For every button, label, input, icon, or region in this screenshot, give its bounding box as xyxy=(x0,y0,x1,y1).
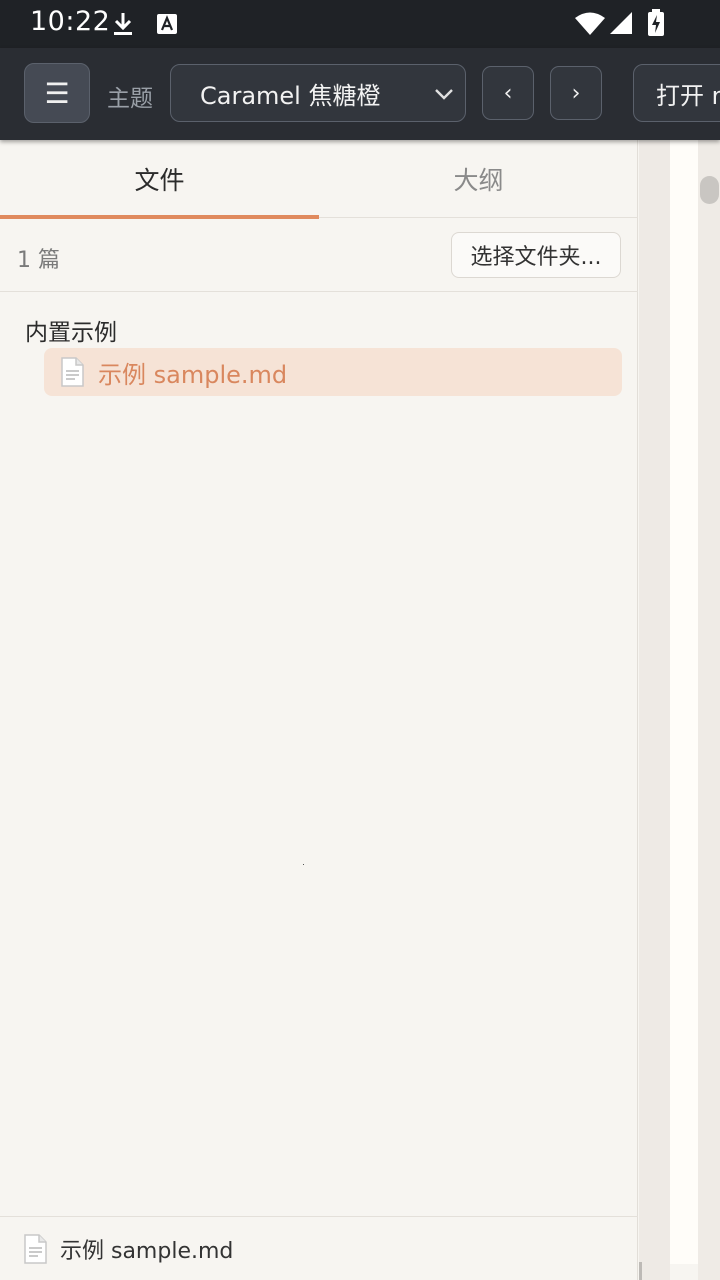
keyboard-a-icon xyxy=(157,14,177,34)
status-bar: 10:22 xyxy=(0,0,720,48)
theme-select-value: Caramel 焦糖橙 xyxy=(200,81,381,110)
battery-charging-icon xyxy=(648,9,664,36)
sidebar-tabs: 文件 大纲 xyxy=(0,140,638,219)
dot xyxy=(303,864,304,865)
prev-theme-button[interactable]: ‹ xyxy=(482,66,534,120)
scrollbar-thumb[interactable] xyxy=(700,176,719,204)
group-title-builtin-samples: 内置示例 xyxy=(25,320,117,346)
open-md-label: 打开 md xyxy=(656,81,720,110)
document-icon xyxy=(61,357,84,387)
scrollbar-track[interactable] xyxy=(698,140,720,1280)
tab-files[interactable]: 文件 xyxy=(0,140,319,219)
theme-label: 主题 xyxy=(107,86,153,112)
sidebar: 文件 大纲 1 篇 选择文件夹... 内置示例 示例 sample.md 示例 … xyxy=(0,140,638,1280)
signal-icon xyxy=(610,12,632,34)
hamburger-icon: ☰ xyxy=(44,76,70,110)
chevron-left-icon: ‹ xyxy=(503,80,513,106)
chevron-right-icon: › xyxy=(571,80,581,106)
open-md-button[interactable]: 打开 md xyxy=(633,64,720,122)
wifi-icon xyxy=(575,12,605,35)
current-file-name: 示例 sample.md xyxy=(60,1238,234,1264)
document-view[interactable] xyxy=(670,140,698,1264)
current-file-indicator[interactable]: 示例 sample.md xyxy=(0,1216,638,1280)
top-toolbar: ☰ 主题 Caramel 焦糖橙 ‹ › 打开 md xyxy=(0,48,720,140)
file-name: 示例 sample.md xyxy=(98,360,288,389)
chevron-down-icon xyxy=(435,89,453,100)
choose-folder-button[interactable]: 选择文件夹... xyxy=(451,232,621,278)
document-icon xyxy=(24,1233,47,1264)
menu-button[interactable]: ☰ xyxy=(24,63,90,123)
theme-select[interactable]: Caramel 焦糖橙 xyxy=(170,64,466,122)
tab-outline[interactable]: 大纲 xyxy=(319,140,638,218)
status-time: 10:22 xyxy=(30,6,111,37)
file-list-item[interactable]: 示例 sample.md xyxy=(44,348,622,396)
next-theme-button[interactable]: › xyxy=(550,66,602,120)
sidebar-scrollbar[interactable] xyxy=(639,1262,642,1280)
download-icon xyxy=(114,13,132,35)
file-count: 1 篇 xyxy=(17,248,60,273)
panel-divider[interactable] xyxy=(639,140,670,1280)
file-count-bar: 1 篇 选择文件夹... xyxy=(0,218,638,292)
